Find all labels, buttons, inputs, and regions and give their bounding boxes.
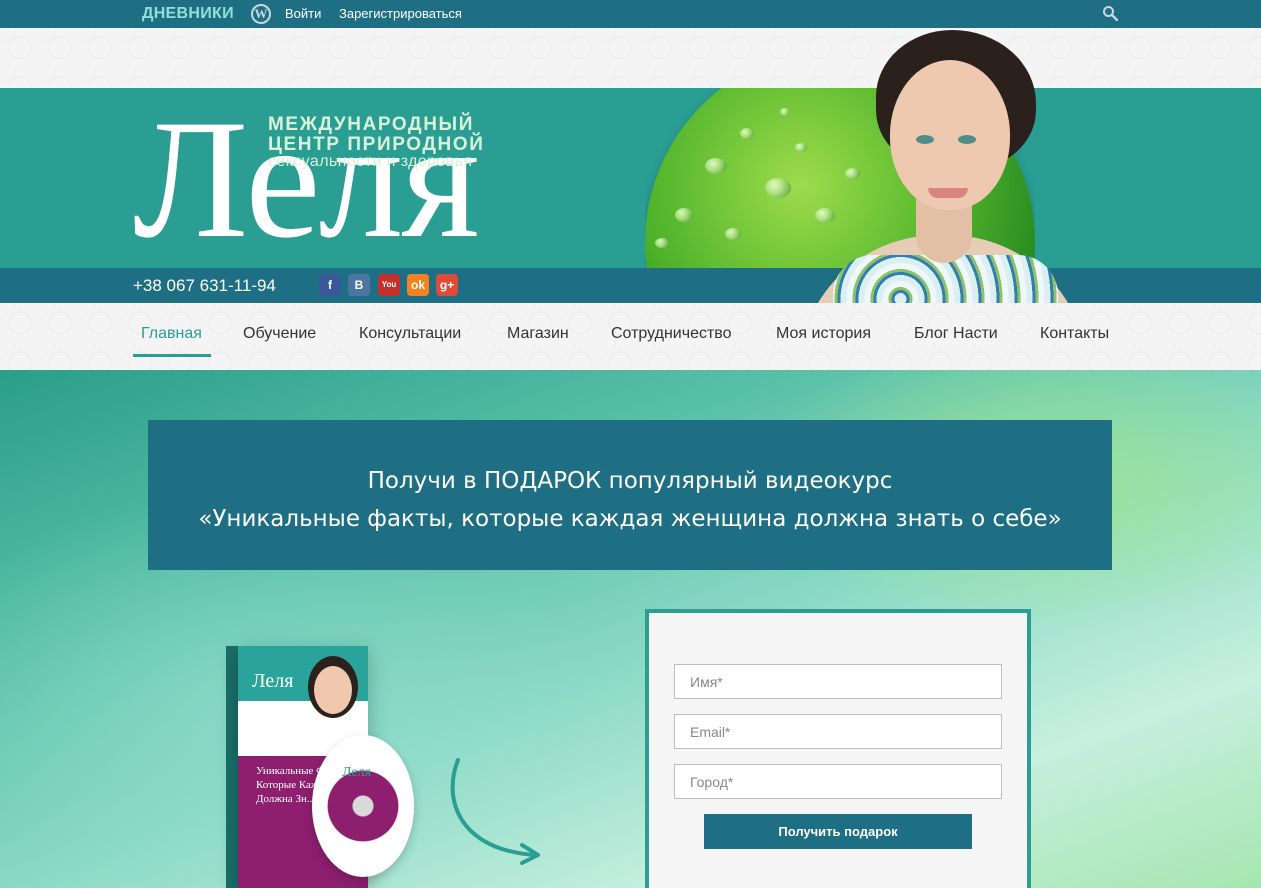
- wordpress-icon[interactable]: W: [251, 4, 271, 24]
- product-disc: Леля: [312, 735, 414, 877]
- register-link[interactable]: Зарегистрироваться: [339, 6, 462, 21]
- login-link[interactable]: Войти: [285, 6, 321, 21]
- product-box-side: [226, 646, 238, 888]
- product-disc-logo: Леля: [342, 765, 372, 780]
- google-plus-icon[interactable]: g+: [436, 274, 458, 296]
- get-gift-button[interactable]: Получить подарок: [704, 814, 972, 849]
- banner-line-2: «Уникальные факты, которые каждая женщин…: [198, 506, 1062, 532]
- banner-line-1: Получи в ПОДАРОК популярный видеокурс: [367, 468, 893, 494]
- nav-item-home[interactable]: Главная: [141, 325, 202, 343]
- logo-tagline-1: МЕЖДУНАРОДНЫЙ: [268, 114, 474, 135]
- nav-item-consultations[interactable]: Консультации: [359, 325, 461, 343]
- founder-photo: [798, 30, 1088, 303]
- name-field[interactable]: Имя*: [674, 664, 1002, 699]
- nav-item-shop[interactable]: Магазин: [507, 325, 569, 343]
- product-box-logo: Леля: [252, 670, 294, 692]
- vkontakte-icon[interactable]: B: [348, 274, 370, 296]
- diaries-link[interactable]: ДНЕВНИКИ: [142, 5, 234, 23]
- facebook-icon[interactable]: f: [319, 274, 341, 296]
- curved-arrow-icon: [450, 758, 540, 865]
- nav-item-contacts[interactable]: Контакты: [1040, 325, 1109, 343]
- gift-banner: Получи в ПОДАРОК популярный видеокурс «У…: [148, 420, 1112, 570]
- city-field[interactable]: Город*: [674, 764, 1002, 799]
- phone-number[interactable]: +38 067 631-11-94: [133, 276, 276, 296]
- nav-item-blog[interactable]: Блог Насти: [914, 325, 998, 343]
- odnoklassniki-icon[interactable]: ok: [407, 274, 429, 296]
- top-admin-bar: ДНЕВНИКИ W Войти Зарегистрироваться: [0, 0, 1261, 28]
- search-icon[interactable]: [1102, 5, 1118, 21]
- youtube-icon[interactable]: You: [378, 274, 400, 296]
- logo-tagline-3: сексуальности и здоровья: [268, 153, 473, 170]
- email-field[interactable]: Email*: [674, 714, 1002, 749]
- nav-item-cooperation[interactable]: Сотрудничество: [611, 325, 732, 343]
- nav-item-training[interactable]: Обучение: [243, 325, 316, 343]
- nav-active-indicator: [133, 354, 211, 357]
- nav-item-my-story[interactable]: Моя история: [776, 325, 871, 343]
